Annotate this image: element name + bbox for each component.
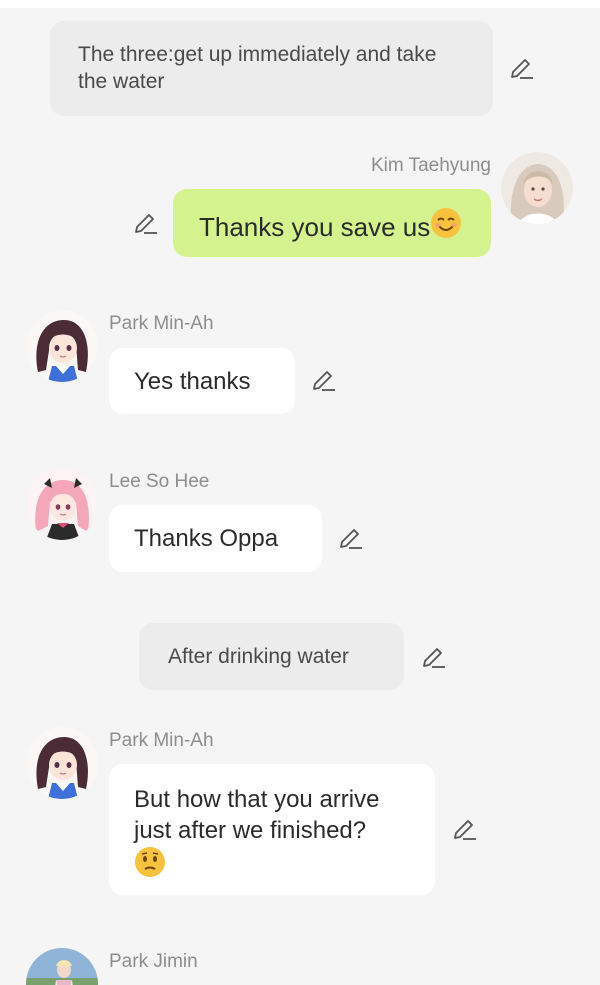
avatar-kim-taehyung[interactable] <box>501 152 573 224</box>
pencil-edit-icon[interactable] <box>450 816 478 844</box>
sender-name: Park Min-Ah <box>109 313 214 334</box>
sender-name: Park Jimin <box>109 951 198 972</box>
top-divider <box>0 0 600 8</box>
narration-text: After drinking water <box>168 645 349 668</box>
message-text: But how that you arrive just after we fi… <box>134 786 380 845</box>
message-text: Thanks you save us <box>199 212 431 242</box>
incoming-message-bubble[interactable]: Yes thanks <box>109 348 295 414</box>
pencil-edit-icon[interactable] <box>419 644 447 672</box>
avatar-park-jimin[interactable] <box>26 948 98 985</box>
narration-bubble[interactable]: After drinking water <box>139 623 404 690</box>
narration-text: The three:get up immediately and take th… <box>78 43 437 94</box>
incoming-message-bubble[interactable]: But how that you arrive just after we fi… <box>109 764 435 895</box>
pencil-edit-icon[interactable] <box>309 367 337 395</box>
outgoing-message-bubble[interactable]: Thanks you save us <box>173 189 491 257</box>
smiling-face-emoji <box>430 207 462 248</box>
narration-bubble[interactable]: The three:get up immediately and take th… <box>50 21 493 116</box>
avatar-park-min-ah[interactable] <box>26 310 98 382</box>
sender-name: Park Min-Ah <box>109 730 214 751</box>
avatar-park-min-ah[interactable] <box>26 727 98 799</box>
pencil-edit-icon[interactable] <box>507 55 535 83</box>
message-text: Thanks Oppa <box>134 525 279 552</box>
sender-name: Kim Taehyung <box>370 155 491 176</box>
incoming-message-bubble[interactable]: Thanks Oppa <box>109 505 322 572</box>
message-text: Yes thanks <box>134 368 251 395</box>
sender-name: Lee So Hee <box>109 471 210 492</box>
chat-view[interactable]: The three:get up immediately and take th… <box>0 0 600 985</box>
worried-face-emoji <box>134 846 166 886</box>
avatar-lee-so-hee[interactable] <box>26 468 98 540</box>
pencil-edit-icon[interactable] <box>336 525 364 553</box>
pencil-edit-icon[interactable] <box>131 210 159 238</box>
